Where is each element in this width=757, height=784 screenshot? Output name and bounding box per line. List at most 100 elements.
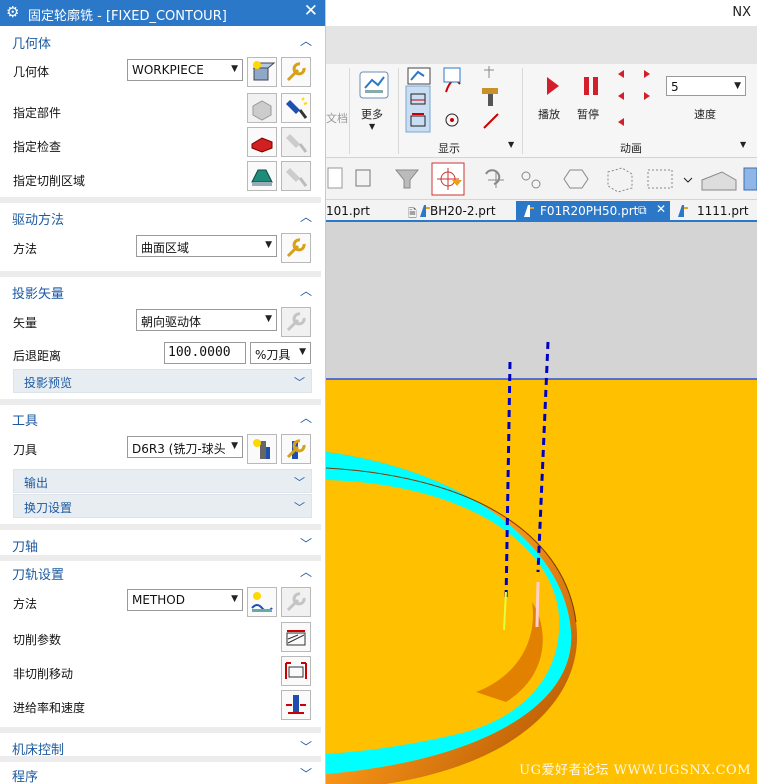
section-drive-method[interactable]: 驱动方法 ︿ — [0, 204, 321, 230]
toolpath-method-select[interactable]: METHOD ▼ — [127, 589, 243, 611]
edit-tool-button[interactable] — [281, 434, 311, 464]
chevron-up-icon: ︿ — [299, 34, 312, 48]
play-label: 播放 — [538, 108, 560, 121]
more-dropdown-icon: ▼ — [369, 122, 376, 131]
display-group: 显示 ▼ — [404, 64, 518, 158]
play-button[interactable]: 播放 — [538, 72, 566, 122]
display-icons — [405, 66, 499, 133]
vector-label: 矢量 — [13, 316, 38, 330]
section-projection-vector[interactable]: 投影矢量 ︿ — [0, 278, 321, 304]
geometry-select[interactable]: WORKPIECE ▼ — [127, 59, 243, 81]
edit-drive-method-button[interactable] — [281, 233, 311, 263]
display-dropdown-icon: ▼ — [508, 140, 515, 149]
speed-dropdown-icon: ▼ — [734, 81, 741, 91]
specify-part-select-button[interactable] — [247, 93, 277, 123]
new-method-button[interactable] — [247, 587, 277, 617]
tab-close-icon[interactable]: ✕ — [656, 202, 666, 216]
vector-value: 朝向驱动体 — [141, 315, 202, 329]
new-tool-button[interactable] — [247, 434, 277, 464]
specify-check-display-button[interactable] — [281, 127, 311, 157]
tool-label: 刀具 — [13, 443, 38, 457]
pause-button[interactable]: 暂停 — [577, 72, 605, 122]
section-program[interactable]: 程序 ﹀ — [0, 761, 321, 784]
cut-area-icon — [251, 169, 273, 186]
document-tabs: 101.prt 🗎 BH20-2.prt F01R20PH50.prt ⧉ ✕ … — [326, 200, 757, 222]
section-geometry[interactable]: 几何体 ︿ — [0, 28, 321, 54]
graphics-viewport[interactable]: UG爱好者论坛 WWW.UGSNX.COM — [326, 222, 757, 784]
tool-select[interactable]: D6R3 (铣刀-球头 ▼ — [127, 436, 243, 458]
retreat-distance-input[interactable]: 100.0000 — [164, 342, 246, 364]
select-filter-icon — [355, 169, 371, 187]
speed-value: 5 — [671, 80, 679, 94]
grid-icon — [484, 66, 494, 78]
edit-method-button[interactable] — [281, 587, 311, 617]
tab-bh20[interactable]: BH20-2.prt — [430, 201, 496, 221]
funnel-icon — [394, 169, 420, 189]
more-button[interactable]: 更多 ▼ — [356, 68, 392, 138]
retreat-distance-label: 后退距离 — [13, 349, 62, 363]
specify-check-label: 指定检查 — [13, 140, 62, 154]
tool-change-subsection[interactable]: 换刀设置 ﹀ — [13, 494, 312, 518]
cutting-parameters-button[interactable] — [281, 622, 311, 652]
drive-method-select[interactable]: 曲面区域 ▼ — [136, 235, 277, 257]
feeds-speeds-button[interactable] — [281, 690, 311, 720]
section-divider — [0, 197, 321, 203]
more-icon — [359, 71, 389, 99]
dialog-title-bar: ⚙ 固定轮廓铣 - [FIXED_CONTOUR] ✕ — [0, 0, 325, 26]
tab-f01r20ph50-label: F01R20PH50.prt — [540, 204, 639, 218]
projection-preview-label: 投影预览 — [24, 376, 73, 390]
wrench-icon — [286, 592, 306, 612]
specify-part-display-button[interactable] — [281, 93, 311, 123]
toolbar-icons — [327, 162, 757, 196]
section-tool[interactable]: 工具 ︿ — [0, 405, 321, 431]
section-divider — [0, 727, 321, 733]
drive-method-value: 曲面区域 — [141, 241, 190, 255]
box-select-icon — [647, 169, 693, 189]
non-cutting-moves-label: 非切削移动 — [13, 667, 74, 681]
retreat-unit-select[interactable]: %刀具 ▼ — [250, 342, 311, 364]
tab-1111[interactable]: 1111.prt — [697, 201, 749, 221]
feeds-speeds-icon — [286, 695, 306, 714]
flashlight-icon — [286, 97, 308, 119]
tab-pin-icon[interactable]: ⧉ — [638, 203, 647, 218]
wrench-icon — [286, 312, 306, 332]
close-icon[interactable]: ✕ — [304, 1, 318, 21]
shaded-icon — [701, 171, 737, 191]
tool-change-label: 换刀设置 — [24, 501, 73, 515]
specify-check-select-button[interactable] — [247, 127, 277, 157]
vector-select[interactable]: 朝向驱动体 ▼ — [136, 309, 277, 331]
specify-cut-area-select-button[interactable] — [247, 161, 277, 191]
tab-101[interactable]: 101.prt — [326, 201, 370, 221]
chevron-down-icon: ﹀ — [299, 740, 312, 754]
non-cutting-moves-icon — [285, 662, 307, 679]
edit-geometry-button[interactable] — [281, 57, 311, 87]
pause-icon — [584, 77, 598, 95]
speed-select[interactable]: 5 ▼ — [666, 76, 746, 96]
check-geometry-icon — [251, 137, 273, 153]
flashlight-icon — [286, 168, 308, 187]
specify-cut-area-display-button[interactable] — [281, 161, 311, 191]
section-tool-axis[interactable]: 刀轴 ﹀ — [0, 531, 321, 557]
chevron-down-icon: ﹀ — [299, 537, 312, 551]
new-tool-icon — [253, 439, 270, 459]
chevron-down-icon: ▼ — [231, 594, 238, 604]
non-cutting-moves-button[interactable] — [281, 656, 311, 686]
toolpath-display-icon — [407, 67, 431, 85]
new-geometry-button[interactable] — [247, 57, 277, 87]
part-model — [326, 222, 757, 784]
section-toolpath-settings[interactable]: 刀轨设置 ︿ — [0, 559, 321, 585]
geometry-value: WORKPIECE — [132, 63, 204, 77]
section-divider — [0, 524, 321, 530]
app-name: NX — [732, 5, 751, 20]
gear-icon[interactable]: ⚙ — [6, 3, 19, 21]
active-part-icon — [524, 205, 534, 217]
projection-preview-subsection[interactable]: 投影预览 ﹀ — [13, 369, 312, 393]
wrench-icon — [286, 238, 306, 258]
edit-tool-icon — [286, 439, 306, 459]
output-subsection[interactable]: 输出 ﹀ — [13, 469, 312, 493]
step-controls-icons — [618, 70, 650, 126]
speed-label: 速度 — [694, 108, 716, 121]
edit-vector-button[interactable] — [281, 307, 311, 337]
section-projection-header: 投影矢量 — [12, 287, 65, 302]
chevron-down-icon: ﹀ — [294, 476, 305, 489]
